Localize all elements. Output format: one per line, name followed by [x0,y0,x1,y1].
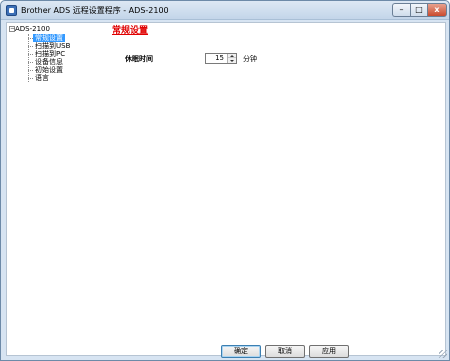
tree-item-language[interactable]: 语言 [33,74,51,82]
tree-item-initial-setup[interactable]: 初始设置 [33,66,65,74]
close-button[interactable]: x [427,3,447,17]
maximize-icon: □ [415,5,423,14]
sleep-time-label: 休眠时间 [125,55,153,63]
spinner-buttons [227,54,236,63]
tree-item-scan-to-pc[interactable]: 扫描到PC [33,50,67,58]
sleep-time-value[interactable]: 15 [206,54,228,63]
tree-item-general-settings[interactable]: 常规设置 [33,34,65,42]
client-area: − ADS-2100 常规设置 扫描到USB 扫描到PC 设备信息 初始设置 语… [6,22,446,358]
section-title: 常规设置 [112,26,149,36]
tree-connector-line [28,34,29,82]
app-icon [6,5,17,16]
arrow-up-icon [230,54,234,57]
spinner-up-button[interactable] [228,54,236,58]
window-title: Brother ADS 远程设置程序 - ADS-2100 [21,6,169,15]
maximize-button[interactable]: □ [410,3,427,17]
arrow-down-icon [230,60,234,62]
tree-item-scan-to-usb[interactable]: 扫描到USB [33,42,72,50]
title-bar[interactable]: Brother ADS 远程设置程序 - ADS-2100 – □ x [1,1,449,20]
cancel-button[interactable]: 取消 [265,345,305,358]
sleep-time-spinner[interactable]: 15 [205,53,237,64]
resize-grip-icon[interactable] [439,350,447,358]
close-icon: x [434,5,440,14]
tree-root-ads-2100[interactable]: ADS-2100 [15,25,50,33]
minimize-icon: – [399,5,404,14]
sleep-time-unit: 分钟 [243,55,257,63]
spinner-down-button[interactable] [228,59,236,63]
minimize-button[interactable]: – [392,3,410,17]
ok-button[interactable]: 确定 [221,345,261,358]
settings-tree: − ADS-2100 常规设置 扫描到USB 扫描到PC 设备信息 初始设置 语… [9,25,105,105]
apply-button[interactable]: 应用 [309,345,349,358]
app-window: Brother ADS 远程设置程序 - ADS-2100 – □ x − AD… [0,0,450,361]
tree-item-device-info[interactable]: 设备信息 [33,58,65,66]
